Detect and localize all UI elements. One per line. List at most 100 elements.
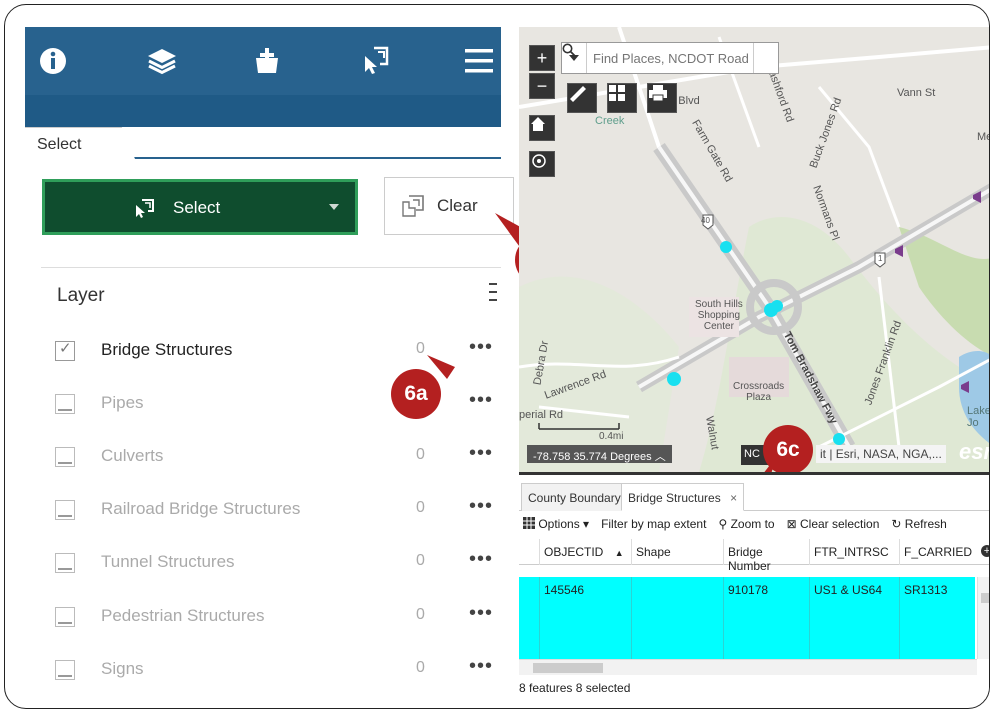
column-shape[interactable]: Shape	[631, 539, 723, 565]
tab-bridge-structures[interactable]: Bridge Structures ×	[621, 483, 745, 511]
zoom-out-button[interactable]: −	[529, 73, 555, 99]
more-options-icon[interactable]: •••	[469, 389, 493, 412]
refresh-label: Refresh	[904, 517, 947, 531]
widget-header-bar	[25, 95, 501, 127]
print-button[interactable]	[647, 83, 677, 113]
layer-label: Pipes	[101, 393, 144, 412]
select-button[interactable]: Select	[42, 179, 358, 235]
unchecked-icon	[58, 675, 72, 677]
screenshot-frame: Select Select Clear Layer ✓ Bridge Struct…	[4, 4, 990, 709]
chevron-down-icon[interactable]	[329, 204, 339, 210]
home-button[interactable]	[529, 115, 555, 141]
column-f-carried[interactable]: F_CARRIED	[899, 539, 975, 565]
tab-county-boundary[interactable]: County Boundary	[521, 483, 628, 511]
close-icon[interactable]: ×	[730, 491, 737, 505]
table-row[interactable]: 145546 910178 US1 & US64 SR1313	[519, 577, 975, 659]
map-label-lake: Lake Jo	[967, 405, 990, 429]
select-cursor-icon	[133, 198, 155, 225]
table-toolbar: Options ▾ Filter by map extent ⚲ Zoom to…	[523, 517, 947, 531]
unchecked-icon	[58, 409, 72, 411]
chevron-up-icon[interactable]: ︿	[655, 451, 666, 463]
measure-button[interactable]	[567, 83, 597, 113]
cell-shape	[631, 577, 723, 659]
layer-row[interactable]: Railroad Bridge Structures 0 •••	[25, 491, 501, 531]
map-label-imperial: perial Rd	[519, 409, 564, 421]
attribution-mid: it |	[820, 447, 833, 461]
locate-button[interactable]	[529, 151, 555, 177]
column-bridge-number[interactable]: Bridge Number	[723, 539, 809, 573]
add-data-icon[interactable]	[247, 41, 287, 81]
layer-row[interactable]: Pedestrian Structures 0 •••	[25, 598, 501, 638]
pin-icon: ⚲	[718, 517, 728, 531]
more-options-icon[interactable]: •••	[469, 655, 493, 678]
layer-row[interactable]: Culverts 0 •••	[25, 438, 501, 478]
layer-checkbox[interactable]: ✓	[55, 340, 75, 361]
refresh-icon: ↻	[891, 517, 902, 531]
tab-select[interactable]: Select	[25, 127, 135, 159]
highway-40-label: 40	[701, 216, 710, 225]
column-objectid-label: OBJECTID	[544, 545, 604, 559]
layer-checkbox[interactable]	[55, 607, 75, 627]
options-menu[interactable]: Options ▾	[523, 517, 589, 531]
more-options-icon[interactable]: •••	[469, 442, 493, 465]
layers-icon[interactable]	[142, 41, 182, 81]
layer-count: 0	[416, 606, 425, 623]
unchecked-icon	[58, 462, 72, 464]
map-label-me: Me	[977, 131, 989, 143]
layer-checkbox[interactable]	[55, 553, 75, 573]
refresh-button[interactable]: ↻ Refresh	[891, 517, 946, 531]
locate-icon	[532, 154, 546, 168]
zoom-to-button[interactable]: ⚲ Zoom to	[718, 517, 774, 531]
options-label: Options	[538, 517, 580, 531]
coordinate-readout[interactable]: -78.758 35.774 Degrees ︿	[527, 445, 672, 463]
unchecked-icon	[58, 622, 72, 624]
vertical-scroll-thumb[interactable]	[981, 593, 989, 603]
search-icon[interactable]	[562, 43, 778, 73]
add-column-icon[interactable]: +	[981, 545, 989, 557]
zoom-in-button[interactable]: +	[529, 45, 555, 71]
layer-checkbox[interactable]	[55, 500, 75, 520]
scale-bar-label: 0.4mi	[599, 431, 624, 442]
callout-6c: 6c	[763, 425, 813, 475]
map-search	[561, 42, 779, 74]
more-options-icon[interactable]: •••	[469, 495, 493, 518]
widget-toolbar	[25, 27, 501, 95]
horizontal-scroll-thumb[interactable]	[533, 663, 603, 673]
attribute-table: County Boundary Bridge Structures × Opti…	[519, 472, 989, 699]
more-options-icon[interactable]: •••	[469, 336, 493, 359]
select-tool-icon[interactable]	[355, 41, 395, 81]
layer-count: 0	[416, 659, 425, 676]
info-icon[interactable]	[33, 41, 73, 81]
filter-by-extent-button[interactable]: Filter by map extent	[601, 517, 706, 531]
list-options-icon[interactable]	[489, 281, 499, 311]
cell-ftr-intrsc: US1 & US64	[809, 577, 899, 659]
vertical-scrollbar[interactable]	[977, 577, 989, 659]
layer-row[interactable]: Tunnel Structures 0 •••	[25, 544, 501, 584]
map-label-vann: Vann St	[897, 87, 936, 99]
more-options-icon[interactable]: •••	[469, 602, 493, 625]
map-attribution: it | Esri, NASA, NGA,...	[816, 445, 946, 463]
layer-checkbox[interactable]	[55, 394, 75, 414]
column-objectid[interactable]: OBJECTID ▲	[539, 539, 631, 565]
layer-checkbox[interactable]	[55, 447, 75, 467]
menu-icon[interactable]	[459, 41, 499, 81]
horizontal-scrollbar[interactable]	[519, 659, 977, 675]
map-view[interactable]: 40 1 Vann St Bashford Rd Buck Jones Rd F…	[519, 27, 990, 472]
basemap-gallery-button[interactable]	[607, 83, 637, 113]
coordinate-text: -78.758 35.774 Degrees	[533, 451, 652, 463]
layer-label: Culverts	[101, 446, 164, 465]
clear-selection-label: Clear selection	[800, 517, 880, 531]
clear-selection-button[interactable]: ⊠ Clear selection	[787, 517, 880, 531]
more-options-icon[interactable]: •••	[469, 548, 493, 571]
clear-button-label: Clear	[437, 196, 478, 215]
layer-label: Pedestrian Structures	[101, 606, 265, 625]
table-status: 8 features 8 selected	[519, 681, 631, 695]
layer-row[interactable]: Signs 0 •••	[25, 651, 501, 691]
column-ftr-intrsc[interactable]: FTR_INTRSC	[809, 539, 899, 565]
check-icon: ✓	[59, 340, 72, 357]
map-label-crossroads: Crossroads Plaza	[733, 381, 785, 403]
table-tabs: County Boundary Bridge Structures ×	[519, 483, 989, 511]
select-button-label: Select	[173, 198, 221, 217]
layer-checkbox[interactable]	[55, 660, 75, 680]
search-input[interactable]	[593, 50, 753, 66]
